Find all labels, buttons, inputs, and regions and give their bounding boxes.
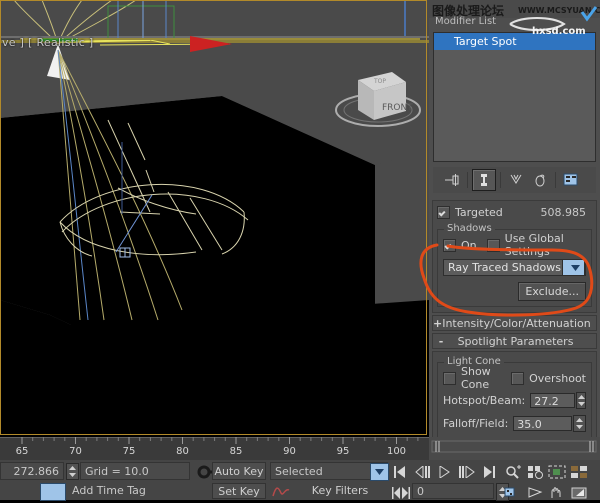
grid-status: Grid = 10.0 xyxy=(80,462,190,480)
toolbar-separator xyxy=(500,172,501,188)
timeline-tick-label: 70 xyxy=(69,446,82,457)
configure-modifier-sets-icon[interactable] xyxy=(560,170,582,190)
show-cone-checkbox[interactable] xyxy=(443,371,456,385)
auto-key-button[interactable]: Auto Key xyxy=(212,462,266,480)
hotspot-beam-row[interactable]: Hotspot/Beam: 27.2 xyxy=(443,391,586,409)
timeline-tick-label: 65 xyxy=(16,446,29,457)
targeted-value[interactable]: 508.985 xyxy=(541,206,587,219)
modifier-stack-item-target-spot[interactable]: Target Spot xyxy=(434,33,595,50)
rollout-title: Intensity/Color/Attenuation xyxy=(442,316,591,330)
goto-end-button[interactable] xyxy=(478,462,500,482)
overshoot-label: Overshoot xyxy=(529,371,586,385)
set-key-button[interactable]: Set Key xyxy=(212,483,266,499)
chevron-down-icon[interactable] xyxy=(562,259,585,276)
targeted-row[interactable]: Targeted 508.985 xyxy=(437,204,592,220)
timeline-tick-label: 100 xyxy=(387,446,406,457)
viewport-label: ve ] [ Realistic ] xyxy=(2,36,94,49)
rollout-container: Targeted 508.985 Shadows On Use Global S… xyxy=(432,200,597,449)
chevron-down-icon[interactable] xyxy=(370,463,389,481)
timeline-tick-label: 85 xyxy=(230,446,243,457)
rollout-spotlight-parameters[interactable]: - Spotlight Parameters xyxy=(432,333,597,349)
light-cone-group: Light Cone Show Cone Overshoot Hotspot/B… xyxy=(437,356,592,441)
falloff-field-row[interactable]: Falloff/Field: 35.0 xyxy=(443,414,586,432)
use-global-settings-label: Use Global Settings xyxy=(504,232,564,258)
zoom-all-icon[interactable] xyxy=(524,462,546,482)
play-animation-button[interactable] xyxy=(434,462,456,482)
next-frame-button[interactable] xyxy=(456,462,478,482)
command-panel: Modifier List Target Spot Targeted 508.9… xyxy=(429,0,600,447)
falloff-field-input[interactable]: 35.0 xyxy=(513,415,573,431)
timeline-tick-label: 90 xyxy=(283,446,296,457)
coordinate-field[interactable]: 272.866 xyxy=(0,462,64,480)
key-filters-button[interactable]: Key Filters xyxy=(292,483,388,499)
viewcube[interactable]: FRONT TOP xyxy=(330,58,426,132)
make-unique-icon[interactable] xyxy=(505,170,527,190)
rollout-expand-sign: + xyxy=(433,316,443,330)
viewport[interactable]: ve ] [ Realistic ] FRONT TOP xyxy=(0,0,429,437)
light-cone-group-label: Light Cone xyxy=(444,356,504,367)
viewcube-face-label: FRONT xyxy=(382,103,413,113)
general-parameters-panel: Targeted 508.985 Shadows On Use Global S… xyxy=(432,200,597,313)
shadows-on-checkbox[interactable] xyxy=(443,238,456,252)
shadow-type-dropdown[interactable]: Ray Traced Shadows xyxy=(443,259,586,276)
viewport-nav-tools-row1[interactable] xyxy=(502,462,590,482)
timeline-tick-label: 80 xyxy=(176,446,189,457)
falloff-field-label: Falloff/Field: xyxy=(443,416,509,430)
field-of-view-icon[interactable] xyxy=(502,483,524,503)
3dsmax-window: ve ] [ Realistic ] FRONT TOP Modifier Li… xyxy=(0,0,600,503)
pan-view-icon[interactable] xyxy=(524,483,546,503)
shadows-on-label: On xyxy=(461,238,477,252)
coordinate-spinner[interactable] xyxy=(66,463,79,480)
shadows-group-label: Shadows xyxy=(444,223,495,234)
shadows-group: Shadows On Use Global Settings Ray Trace… xyxy=(437,223,592,307)
modifier-stack[interactable]: Target Spot xyxy=(433,32,596,162)
toolbar-separator xyxy=(555,172,556,188)
orbit-icon[interactable] xyxy=(546,483,568,503)
targeted-label: Targeted xyxy=(455,205,503,219)
previous-frame-button[interactable] xyxy=(412,462,434,482)
key-mode-controls[interactable] xyxy=(390,483,412,503)
shadows-toggle-row[interactable]: On Use Global Settings xyxy=(443,232,586,258)
light-cone-checkbox-row[interactable]: Show Cone Overshoot xyxy=(443,365,586,391)
timeline-tick-label: 95 xyxy=(337,446,350,457)
hotspot-beam-label: Hotspot/Beam: xyxy=(443,393,526,407)
status-bar: 272.866 Grid = 10.0 Add Time Tag Auto Ke… xyxy=(0,460,600,503)
exclude-button[interactable]: Exclude... xyxy=(518,282,586,301)
rollout-collapse-sign: - xyxy=(438,334,444,348)
timeline-tick-label: 75 xyxy=(123,446,136,457)
viewport-nav-tools-row2[interactable] xyxy=(502,483,590,503)
toolbar-separator xyxy=(467,172,468,188)
zoom-extents-icon[interactable] xyxy=(546,462,568,482)
zoom-extents-all-icon[interactable] xyxy=(568,462,590,482)
show-end-result-icon[interactable] xyxy=(472,169,496,191)
goto-start-button[interactable] xyxy=(390,462,412,482)
rollout-title: Spotlight Parameters xyxy=(457,334,574,348)
add-time-tag-label[interactable]: Add Time Tag xyxy=(68,483,190,499)
hotspot-beam-input[interactable]: 27.2 xyxy=(530,392,576,408)
svg-text:TOP: TOP xyxy=(373,78,386,85)
key-filters-curve-icon xyxy=(272,484,290,498)
playback-controls[interactable] xyxy=(390,462,500,482)
targeted-checkbox[interactable] xyxy=(437,205,450,219)
rollout-intensity-color-attenuation[interactable]: + Intensity/Color/Attenuation xyxy=(432,315,597,331)
modifier-list-label: Modifier List xyxy=(435,16,497,27)
falloff-field-spinner[interactable] xyxy=(573,414,586,432)
key-mode-toggle-icon[interactable] xyxy=(390,483,412,503)
current-frame-input[interactable]: 0 xyxy=(412,483,494,499)
use-global-settings-checkbox[interactable] xyxy=(486,238,500,252)
spotlight-parameters-panel: Light Cone Show Cone Overshoot Hotspot/B… xyxy=(432,351,597,447)
pin-stack-icon[interactable] xyxy=(441,170,463,190)
timeline-ticks: 65 70 75 80 85 90 95 100 xyxy=(0,437,600,460)
show-cone-label: Show Cone xyxy=(461,365,491,391)
modifier-stack-toolbar[interactable] xyxy=(433,167,596,193)
shadow-type-value: Ray Traced Shadows xyxy=(448,261,561,274)
hotspot-beam-spinner[interactable] xyxy=(576,391,586,409)
remove-modifier-icon[interactable] xyxy=(529,170,551,190)
overshoot-checkbox[interactable] xyxy=(511,371,525,385)
timeline-ruler[interactable]: 65 70 75 80 85 90 95 100 xyxy=(0,437,600,460)
maximize-viewport-icon[interactable] xyxy=(568,483,590,503)
time-tag-icon[interactable] xyxy=(40,483,66,501)
zoom-tool-icon[interactable] xyxy=(502,462,524,482)
